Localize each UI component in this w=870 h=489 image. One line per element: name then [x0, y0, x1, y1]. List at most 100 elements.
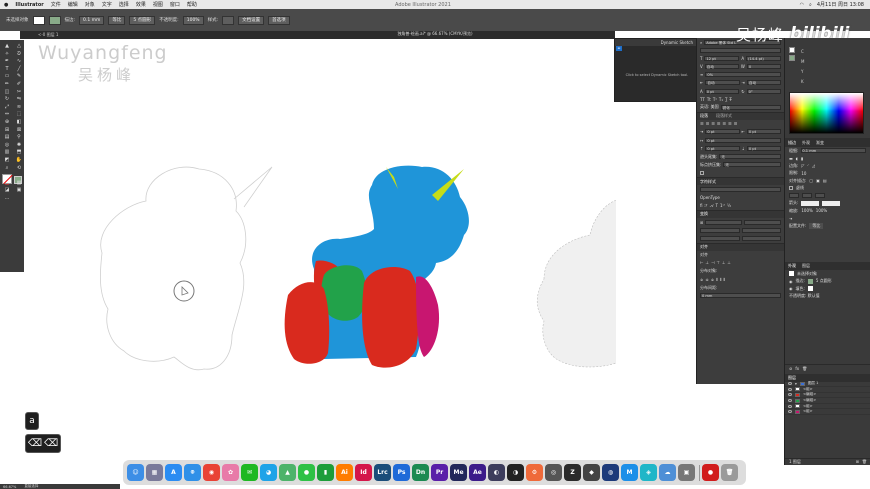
- perspective-grid-tool-icon[interactable]: ⊞: [2, 127, 12, 135]
- titling-icon[interactable]: T: [715, 203, 717, 208]
- delete-layer-icon[interactable]: 🗑: [862, 459, 867, 464]
- delete-item-icon[interactable]: 🗑: [802, 366, 807, 371]
- artboard-canvas[interactable]: [24, 39, 647, 459]
- dock-app-app-29-icon[interactable]: ☁: [659, 464, 676, 481]
- dash-field-2[interactable]: [815, 193, 825, 199]
- blend-tool-icon[interactable]: ◎: [2, 142, 12, 150]
- apple-icon[interactable]: ●: [4, 2, 8, 8]
- more-tools-icon[interactable]: …: [2, 195, 12, 203]
- superscript-icon[interactable]: T¹: [713, 97, 717, 102]
- dock-app-maps-icon[interactable]: ▲: [279, 464, 296, 481]
- tab-stroke[interactable]: 描边: [788, 140, 796, 146]
- dock-app-mail-icon[interactable]: M: [621, 464, 638, 481]
- slice-tool-icon[interactable]: ◩: [2, 157, 12, 165]
- align-left-icon[interactable]: ☰: [700, 121, 704, 126]
- dynamic-sketch-header[interactable]: Dynamic Sketch: [615, 39, 697, 46]
- style-picker[interactable]: [222, 15, 235, 25]
- new-effect-icon[interactable]: fx: [795, 366, 799, 371]
- clock[interactable]: 4月11日 周日 13:08: [817, 1, 864, 8]
- warp-tool-icon[interactable]: ≋: [14, 104, 24, 112]
- punctuation-field[interactable]: 无: [723, 162, 781, 168]
- rotation-field[interactable]: 0°: [746, 88, 782, 94]
- kerning-field[interactable]: 自动: [704, 63, 739, 69]
- layer-expand-icon[interactable]: ▾: [795, 382, 797, 386]
- menu-help[interactable]: 帮助: [187, 1, 197, 8]
- dock-app-dimension-icon[interactable]: Dn: [412, 464, 429, 481]
- color-spectrum[interactable]: [789, 92, 864, 134]
- layer-eye-icon[interactable]: [788, 382, 792, 386]
- aki-right-field[interactable]: 自动: [746, 80, 781, 86]
- menu-window[interactable]: 窗口: [170, 1, 180, 8]
- dock-app-premiere-pro-icon[interactable]: Pr: [431, 464, 448, 481]
- dock-app-numbers-icon[interactable]: ▮: [317, 464, 334, 481]
- cap-square-icon[interactable]: ▮: [801, 156, 803, 161]
- space-after-field[interactable]: 0 pt: [746, 145, 781, 151]
- height-field[interactable]: [741, 227, 781, 233]
- curvature-tool-icon[interactable]: ∿: [14, 58, 24, 66]
- first-line-indent-field[interactable]: 0 pt: [705, 137, 781, 143]
- sublayer-eye-icon[interactable]: [788, 387, 792, 391]
- graph-tool-icon[interactable]: ▥: [2, 149, 12, 157]
- menu-file[interactable]: 文件: [51, 1, 61, 8]
- visibility-eye-icon-2[interactable]: ◉: [789, 286, 793, 291]
- left-indent-field[interactable]: 0 pt: [705, 129, 740, 135]
- weight-field[interactable]: 0.1 mm: [801, 148, 866, 154]
- stroke-swatch-small[interactable]: [789, 55, 795, 61]
- appearance-fill-row[interactable]: ◉ 填色:: [785, 285, 870, 293]
- subscript-icon[interactable]: T₁: [719, 97, 723, 102]
- zoom-tool-icon[interactable]: ⌕: [2, 165, 12, 173]
- appearance-stroke-row[interactable]: ◉ 描边: 5 点圆形: [785, 278, 870, 286]
- dock-app-app-store-icon[interactable]: A: [165, 464, 182, 481]
- angle-field[interactable]: [700, 235, 740, 241]
- dock-app-after-effects-icon[interactable]: Ae: [469, 464, 486, 481]
- live-paint-tool-icon[interactable]: ◧: [14, 119, 24, 127]
- smallcaps-icon[interactable]: Tt: [707, 97, 711, 102]
- hyphenation-field[interactable]: 无: [719, 154, 781, 160]
- dock-app-recorder-icon[interactable]: ●: [702, 464, 719, 481]
- dock-app-chrome-icon[interactable]: ◉: [203, 464, 220, 481]
- arrow-end-select[interactable]: [822, 200, 841, 206]
- dock-app-lightroom-classic-icon[interactable]: Lrc: [374, 464, 391, 481]
- space-before-field[interactable]: 0 pt: [705, 145, 740, 151]
- variable-width-profile[interactable]: 等比: [108, 15, 126, 25]
- appearance-opacity-row[interactable]: 不透明度: 默认值: [785, 293, 870, 301]
- mesh-tool-icon[interactable]: ⊠: [14, 127, 24, 135]
- strikethrough-icon[interactable]: T̶: [729, 97, 731, 102]
- dock-app-messages-icon[interactable]: ●: [298, 464, 315, 481]
- dock-app-finder-icon[interactable]: ☺: [127, 464, 144, 481]
- wifi-icon[interactable]: ◠: [800, 2, 804, 8]
- sublayer-eye-icon[interactable]: [788, 393, 792, 397]
- gap-field-1[interactable]: [802, 193, 812, 199]
- lasso-tool-icon[interactable]: ᘐ: [14, 51, 24, 59]
- dock-app-media-encoder-icon[interactable]: Me: [450, 464, 467, 481]
- align-outside-stroke-icon[interactable]: ▤: [823, 178, 827, 183]
- dash-field-1[interactable]: [789, 193, 799, 199]
- justify-all-icon[interactable]: ☰: [734, 121, 738, 126]
- artboard-tool-icon[interactable]: ⬒: [14, 149, 24, 157]
- dock-app-app-28-icon[interactable]: ◈: [640, 464, 657, 481]
- brush-definition[interactable]: 5 点圆形: [129, 15, 156, 25]
- gradient-tool-icon[interactable]: ▤: [2, 134, 12, 142]
- arrow-start-select[interactable]: [801, 200, 820, 206]
- align-header[interactable]: 对齐: [697, 242, 784, 251]
- underline-icon[interactable]: T̲: [725, 97, 727, 102]
- document-setup-button[interactable]: 文档设置: [238, 15, 265, 25]
- cap-butt-icon[interactable]: ▬: [789, 156, 793, 161]
- align-bottom-edge-icon[interactable]: ⊥: [727, 260, 730, 265]
- stroke-weight-field[interactable]: 0.1 mm: [79, 15, 105, 25]
- type-tool-icon[interactable]: T: [2, 66, 12, 74]
- distribute-hcenter-icon[interactable]: ⫴: [720, 277, 722, 282]
- appearance-stroke-swatch[interactable]: [807, 278, 813, 284]
- new-layer-icon[interactable]: ⊞: [856, 459, 859, 464]
- menu-edit[interactable]: 编辑: [68, 1, 78, 8]
- fill-swatch-small[interactable]: [789, 47, 795, 53]
- char-style-item[interactable]: [700, 186, 781, 192]
- align-left-edge-icon[interactable]: ⊢: [700, 260, 703, 265]
- fraction-icon[interactable]: ½: [727, 203, 731, 208]
- visibility-eye-icon[interactable]: ◉: [789, 279, 793, 284]
- sublayer-eye-icon[interactable]: [788, 410, 792, 414]
- align-right-edge-icon[interactable]: ⊣: [711, 260, 714, 265]
- align-center-stroke-icon[interactable]: ▢: [809, 178, 813, 183]
- rectangle-tool-icon[interactable]: ▭: [2, 73, 12, 81]
- shear-field[interactable]: [741, 235, 781, 241]
